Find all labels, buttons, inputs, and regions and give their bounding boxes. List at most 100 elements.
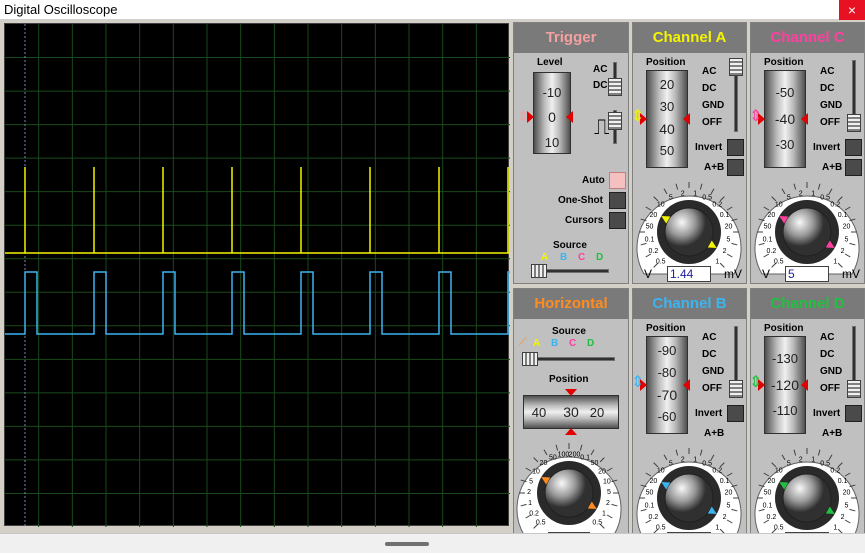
c-channel-title: Channel C [751,23,864,53]
d-position-drum[interactable]: -130 -120 -110 [764,336,806,434]
knob-scale-label: 2 [799,456,803,463]
knob-scale-label: 0.1 [763,236,773,243]
a-position-drum[interactable]: 20 30 40 50 [646,70,688,168]
c-volts-value[interactable]: 5 [785,266,829,282]
knob-tick [675,183,679,190]
knob-scale-label: 1 [693,456,697,463]
knob-scale-label: 20 [725,490,733,497]
close-button[interactable]: × [839,0,865,20]
d-invert-button[interactable] [845,405,862,422]
scope-grid [5,24,510,527]
c-coupling-switch[interactable] [847,114,861,132]
knob-scale-label: 0.1 [580,454,590,461]
horizontal-timebase-knob[interactable]: 0.5 0.2 1 2 5 10 20 50 100 200 0.1 50 20 10 5 2 1 0.5 [514,435,624,545]
horizontal-position-label: Position [549,374,589,385]
d-updown-icon: ⇕ [749,374,763,391]
knob-scale-label: 5 [845,502,849,509]
knob-cap [544,468,594,518]
horizontal-ramp-icon: ⟋ [519,336,527,348]
knob-cap [664,207,714,257]
knob-scale-label: 2 [527,489,531,496]
b-position-label: Position [646,323,686,334]
knob-tick [675,449,679,456]
knob-scale-label: 0.5 [656,524,666,531]
c-invert-button[interactable] [845,139,862,156]
knob-tick [645,472,652,477]
knob-scale-label: 0.2 [712,468,722,475]
b-position-drum[interactable]: -90 -80 -70 -60 [646,336,688,434]
b-position-arrow-right [683,379,690,391]
d-coupling-switch[interactable] [847,380,861,398]
knob-scale-label: 20 [767,212,775,219]
trigger-coupling-switch[interactable] [608,78,622,96]
knob-tick [726,206,733,211]
knob-tick [645,206,652,211]
trigger-edge-switch[interactable] [608,112,622,130]
channel-a-trace [5,167,510,254]
knob-scale-label: 0.2 [766,248,776,255]
knob-scale-label: 0.1 [720,478,730,485]
trigger-source-slider[interactable] [531,264,547,278]
knob-scale-label: 5 [787,194,791,201]
a-volts-value[interactable]: 1.44 [667,266,711,282]
knob-cap [664,473,714,523]
knob-scale-label: 200 [569,451,581,458]
knob-scale-label: 5 [787,460,791,467]
knob-scale-label: 0.5 [820,194,830,201]
knob-tick [699,183,703,190]
trigger-oneshot-button[interactable] [609,192,626,209]
knob-scale-label: 20 [767,478,775,485]
horizontal-title: Horizontal [514,289,628,319]
knob-scale-label: 20 [540,460,548,467]
knob-scale-label: 2 [606,500,610,507]
knob-scale-label: 20 [649,478,657,485]
knob-tick [817,449,821,456]
knob-scale-label: 50 [591,460,599,467]
b-coupling-switch[interactable] [729,380,743,398]
knob-tick [719,462,725,468]
knob-scale-label: 20 [649,212,657,219]
knob-scale-label: 10 [603,478,611,485]
trigger-auto-button[interactable] [609,172,626,189]
knob-scale-label: 50 [646,224,654,231]
knob-tick [719,196,725,202]
status-bar [0,533,865,553]
title-bar: Digital Oscilloscope × [0,0,865,20]
knob-scale-label: 10 [657,202,665,209]
horizontal-position-drum[interactable]: 40 30 20 [523,395,619,429]
knob-tick [653,196,659,202]
knob-scale-label: 0.2 [712,202,722,209]
knob-tick [663,454,668,461]
knob-scale-label: 0.5 [702,460,712,467]
trigger-cursors-button[interactable] [609,212,626,229]
knob-scale-label: 0.2 [529,510,539,517]
knob-scale-label: 1 [693,190,697,197]
knob-scale-label: 10 [532,468,540,475]
knob-scale-label: 50 [549,454,557,461]
a-channel-title: Channel A [633,23,746,53]
knob-scale-label: 5 [845,236,849,243]
b-invert-button[interactable] [727,405,744,422]
knob-scale-label: 5 [669,460,673,467]
knob-scale-label: 5 [529,478,533,485]
knob-tick [793,449,797,456]
knob-tick [844,206,851,211]
trigger-level-label: Level [537,57,563,68]
knob-tick [653,462,659,468]
horizontal-source-slider[interactable] [522,352,538,366]
knob-tick [726,472,733,477]
knob-scale-label: 0.2 [830,202,840,209]
knob-scale-label: 0.2 [648,514,658,521]
horizontal-source-label: Source [552,326,586,337]
knob-tick [710,454,715,461]
resize-grip[interactable] [385,542,429,546]
knob-tick [781,454,786,461]
c-position-drum[interactable]: -50 -40 -30 [764,70,806,168]
knob-scale-label: 1 [811,456,815,463]
a-coupling-switch[interactable] [729,58,743,76]
knob-scale-label: 0.5 [820,460,830,467]
knob-cap [782,207,832,257]
knob-tick [781,188,786,195]
a-invert-button[interactable] [727,139,744,156]
knob-scale-label: 5 [727,502,731,509]
